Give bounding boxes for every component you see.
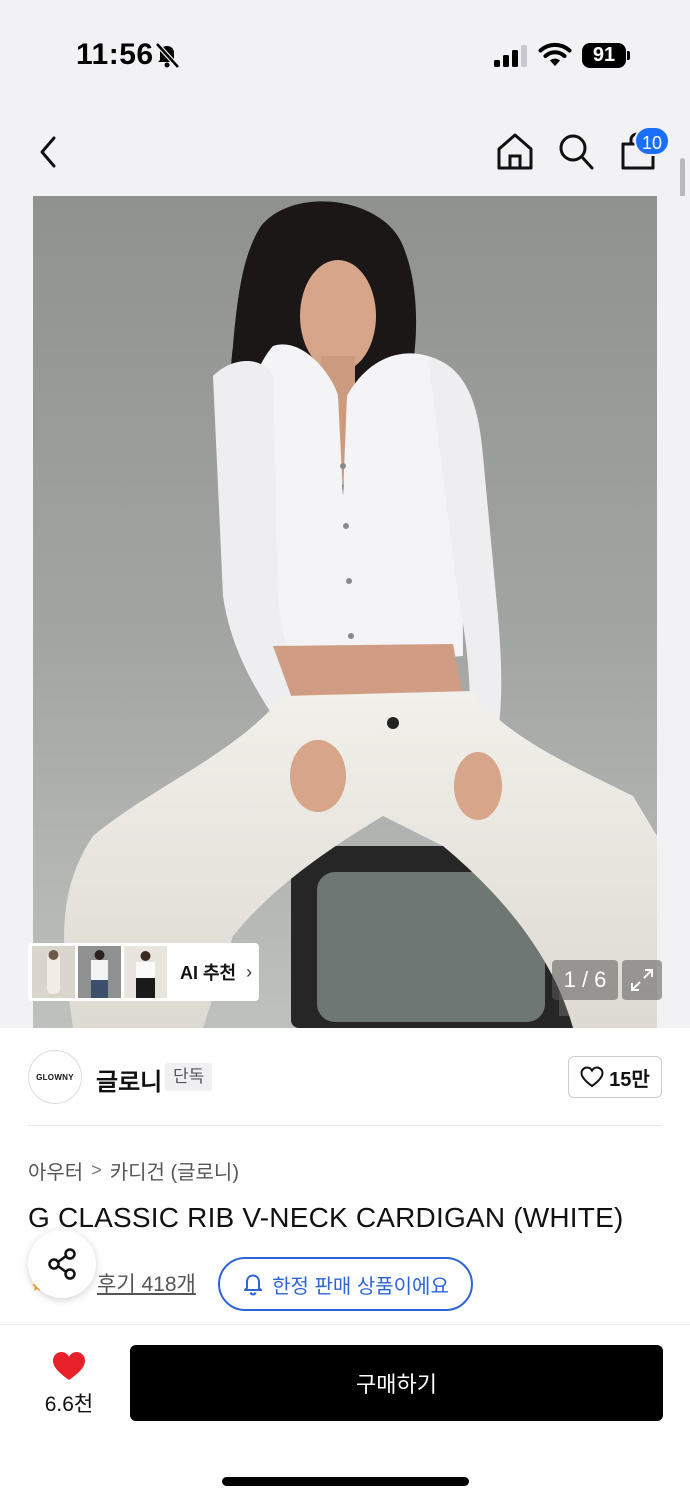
bottom-bar-divider [0, 1324, 690, 1325]
limited-sale-badge: 한정 판매 상품이에요 [218, 1257, 473, 1311]
brand-name[interactable]: 글로니 [96, 1062, 162, 1097]
divider [28, 1125, 662, 1126]
breadcrumb-item-outer[interactable]: 아우터 [28, 1156, 83, 1185]
breadcrumb: 아우터 > 카디건 (글로니) [28, 1156, 239, 1185]
ai-thumbnail-1 [32, 946, 75, 998]
product-title: G CLASSIC RIB V-NECK CARDIGAN (WHITE) [28, 1202, 624, 1233]
brand-like-button[interactable]: 15만 [568, 1056, 662, 1098]
buy-button[interactable]: 구매하기 [130, 1345, 663, 1421]
cart-count-badge: 10 [634, 126, 670, 156]
bell-icon [244, 1274, 263, 1296]
share-button[interactable] [28, 1230, 96, 1298]
brand-logo[interactable]: GLOWNY [28, 1050, 82, 1104]
battery-tip [627, 51, 630, 60]
ai-thumbnail-3 [124, 946, 167, 998]
share-icon [48, 1248, 76, 1280]
home-icon[interactable] [494, 130, 536, 172]
limited-sale-text: 한정 판매 상품이에요 [272, 1275, 449, 1298]
bell-slash-icon [155, 42, 180, 69]
cellular-signal-icon [494, 45, 527, 67]
brand-like-count: 15만 [609, 1068, 650, 1091]
chevron-left-icon[interactable] [34, 134, 64, 170]
wifi-icon [538, 42, 572, 66]
home-indicator [222, 1477, 469, 1486]
expand-image-button[interactable] [622, 960, 662, 1000]
review-count-link[interactable]: 후기 418개 [97, 1268, 196, 1298]
heart-outline-icon [580, 1066, 604, 1088]
search-icon[interactable] [556, 130, 596, 172]
image-page-counter: 1 / 6 [552, 960, 618, 1000]
exclusive-badge: 단독 [165, 1063, 213, 1091]
wishlist-count: 6.6천 [44, 1393, 94, 1416]
chevron-right-icon: › [246, 961, 253, 982]
battery-indicator: 91 [582, 43, 626, 68]
ai-recommendation-label: AI 추천 [180, 963, 237, 983]
breadcrumb-item-cardigan[interactable]: 카디건 (글로니) [110, 1156, 239, 1185]
breadcrumb-separator: > [91, 1160, 102, 1180]
ai-thumbnail-2 [78, 946, 121, 998]
heart-filled-icon[interactable] [51, 1350, 87, 1382]
expand-icon [631, 969, 653, 991]
product-photo [33, 196, 657, 1028]
product-image-gallery[interactable] [0, 196, 690, 1028]
ai-recommendation-button[interactable]: AI 추천 › [28, 943, 259, 1001]
status-time: 11:56 [76, 38, 154, 71]
